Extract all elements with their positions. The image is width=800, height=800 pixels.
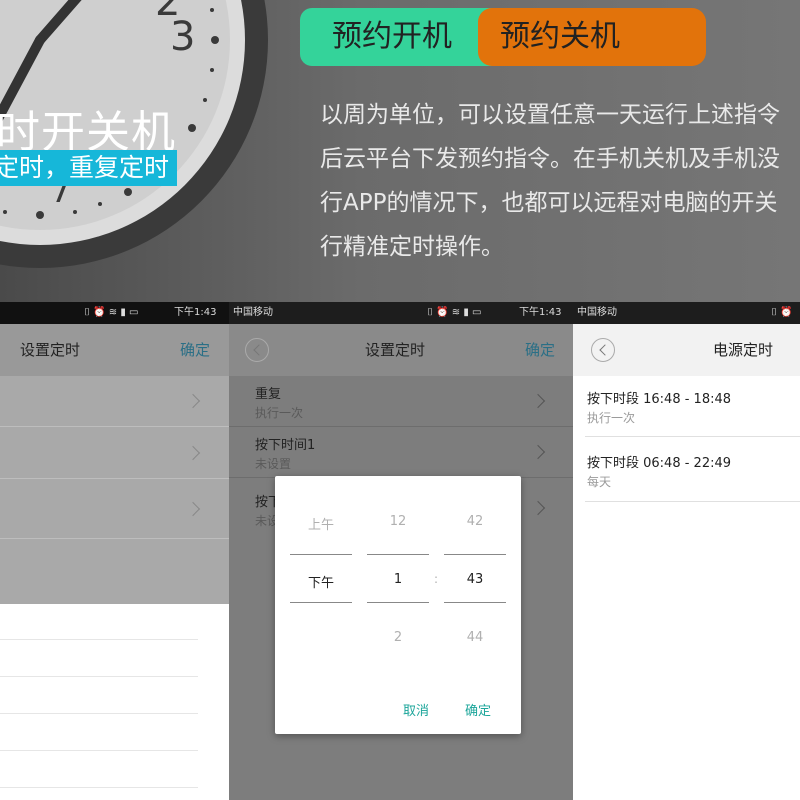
- divider: [0, 639, 198, 640]
- timer-period: 按下时段 06:48 - 22:49: [587, 456, 732, 471]
- banner-description: 以周为单位，可以设置任意一天运行上述指令 后云平台下发预约指令。在手机关机及手机…: [320, 98, 800, 278]
- tab-schedule-power-off[interactable]: 预约关机: [478, 8, 706, 66]
- chevron-right-icon: [185, 445, 201, 461]
- cancel-button[interactable]: 取消: [403, 700, 429, 719]
- status-carrier: 中国移动: [233, 307, 273, 318]
- nav-bar: 设置定时 确定: [229, 324, 573, 376]
- back-icon[interactable]: [591, 338, 615, 362]
- divider: [0, 787, 198, 788]
- status-icons: ⌷ ⏰: [771, 307, 793, 318]
- status-bar: 中国移动 ⌷ ⏰: [573, 302, 800, 324]
- svg-text:3: 3: [170, 14, 195, 60]
- phone-screen-power-timer: 中国移动 ⌷ ⏰ 电源定时 按下时段 16:48 - 18:48 执行一次 按下…: [573, 302, 800, 800]
- divider: [585, 501, 800, 502]
- tab-schedule-power-on[interactable]: 预约开机: [300, 8, 500, 66]
- list-item[interactable]: 按下时段 06:48 - 22:49 每天: [573, 440, 800, 504]
- picker-divider: [444, 554, 506, 555]
- chevron-right-icon: [530, 500, 546, 516]
- status-carrier: 中国移动: [577, 307, 617, 318]
- picker-ampm-above[interactable]: 上午: [290, 514, 352, 533]
- timer-repeat: 每天: [587, 475, 612, 489]
- description-line: 行精准定时操作。: [320, 234, 504, 260]
- divider: [585, 436, 800, 437]
- divider: [0, 750, 198, 751]
- picker-ampm-selected[interactable]: 下午: [290, 572, 352, 591]
- picker-divider: [290, 602, 352, 603]
- row-label: 重复: [255, 387, 282, 402]
- banner-subtitle: 定时，重复定时: [0, 150, 178, 186]
- picker-hour-below[interactable]: 2: [367, 630, 429, 645]
- status-time: 下午1:43: [174, 307, 217, 318]
- picker-divider: [290, 554, 352, 555]
- divider: [0, 538, 229, 539]
- settings-list: [0, 376, 229, 604]
- promo-banner: 123 87 预约开机 预约关机 时开关机 定时，重复定时 以周为单位，可以设置…: [0, 0, 800, 302]
- back-icon[interactable]: [245, 338, 269, 362]
- chevron-right-icon: [530, 393, 546, 409]
- picker-hour-selected[interactable]: 1: [367, 572, 429, 587]
- repeat-row[interactable]: 重复 执行一次: [229, 376, 573, 427]
- chevron-right-icon: [185, 501, 201, 517]
- row-label: 按下时间1: [255, 438, 316, 453]
- nav-bar: 设置定时 确定: [0, 324, 229, 376]
- ok-button[interactable]: 确定: [465, 700, 491, 719]
- status-time: 下午1:43: [519, 307, 562, 318]
- picker-minute-selected[interactable]: 43: [444, 572, 506, 587]
- picker-minute-below[interactable]: 44: [444, 630, 506, 645]
- nav-bar: 电源定时: [573, 324, 800, 376]
- divider: [0, 713, 198, 714]
- divider: [0, 676, 198, 677]
- picker-divider: [367, 554, 429, 555]
- row-value: 未设置: [255, 457, 292, 471]
- page-title: 设置定时: [365, 341, 426, 359]
- description-line: 后云平台下发预约指令。在手机关机及手机没: [320, 146, 780, 172]
- chevron-right-icon: [185, 393, 201, 409]
- phone-screen-set-timer: ⌷ ⏰ ≋ ▮ ▭ 下午1:43 设置定时 确定: [0, 302, 229, 800]
- timer-period: 按下时段 16:48 - 18:48: [587, 392, 732, 407]
- status-bar: ⌷ ⏰ ≋ ▮ ▭ 下午1:43: [0, 302, 229, 324]
- confirm-button[interactable]: 确定: [180, 324, 210, 376]
- picker-divider: [444, 602, 506, 603]
- page-title: 设置定时: [20, 341, 81, 359]
- timer-repeat: 执行一次: [587, 411, 636, 425]
- chevron-right-icon: [530, 444, 546, 460]
- picker-minute-above[interactable]: 42: [444, 514, 506, 529]
- time-picker-dialog: 上午 下午 12 1 2 : 42 43 44 取消 确定: [275, 476, 521, 734]
- status-bar: 中国移动 ⌷ ⏰ ≋ ▮ ▭ 下午1:43: [229, 302, 573, 324]
- row-value: 执行一次: [255, 406, 304, 420]
- phone-screen-time-picker: 中国移动 ⌷ ⏰ ≋ ▮ ▭ 下午1:43 设置定时 确定 重复 执行一次 按下…: [229, 302, 573, 800]
- press-time-1-row[interactable]: 按下时间1 未设置: [229, 427, 573, 478]
- description-line: 以周为单位，可以设置任意一天运行上述指令: [320, 102, 780, 128]
- list-item[interactable]: [0, 427, 229, 478]
- picker-divider: [367, 602, 429, 603]
- picker-separator: :: [434, 572, 439, 586]
- status-icons: ⌷ ⏰ ≋ ▮ ▭: [427, 307, 482, 318]
- status-icons: ⌷ ⏰ ≋ ▮ ▭: [84, 307, 139, 318]
- description-line: 行APP的情况下，也都可以远程对电脑的开关: [320, 190, 778, 216]
- list-item[interactable]: [0, 376, 229, 426]
- list-item[interactable]: 按下时段 16:48 - 18:48 执行一次: [573, 376, 800, 440]
- page-title: 电源定时: [713, 341, 774, 359]
- picker-hour-above[interactable]: 12: [367, 514, 429, 529]
- list-item[interactable]: [0, 479, 229, 538]
- confirm-button[interactable]: 确定: [525, 324, 555, 376]
